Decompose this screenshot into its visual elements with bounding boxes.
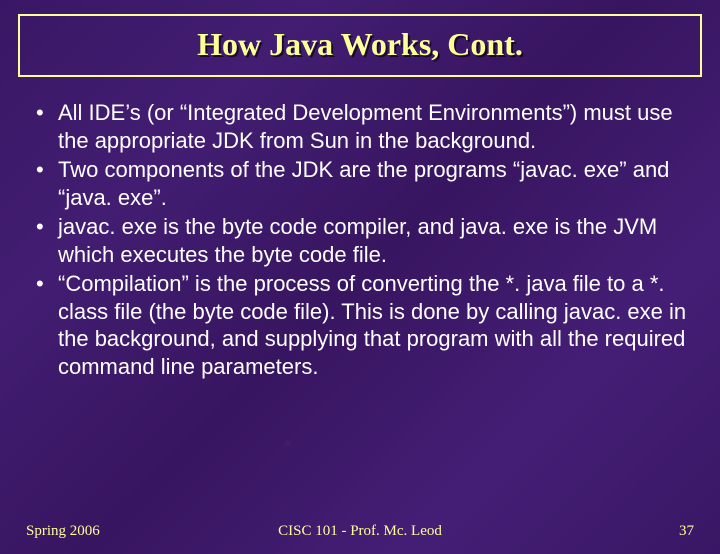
footer-left: Spring 2006 — [26, 523, 249, 540]
footer-right: 37 — [471, 523, 694, 540]
list-item: “Compilation” is the process of converti… — [30, 270, 690, 380]
list-item: Two components of the JDK are the progra… — [30, 156, 690, 211]
slide-title: How Java Works, Cont. — [20, 26, 700, 63]
bullet-list: All IDE’s (or “Integrated Development En… — [30, 99, 690, 380]
footer: Spring 2006 CISC 101 - Prof. Mc. Leod 37 — [0, 523, 720, 540]
title-box: How Java Works, Cont. — [18, 14, 702, 77]
list-item: javac. exe is the byte code compiler, an… — [30, 213, 690, 268]
footer-center: CISC 101 - Prof. Mc. Leod — [249, 523, 472, 540]
slide-content: All IDE’s (or “Integrated Development En… — [0, 77, 720, 380]
list-item: All IDE’s (or “Integrated Development En… — [30, 99, 690, 154]
